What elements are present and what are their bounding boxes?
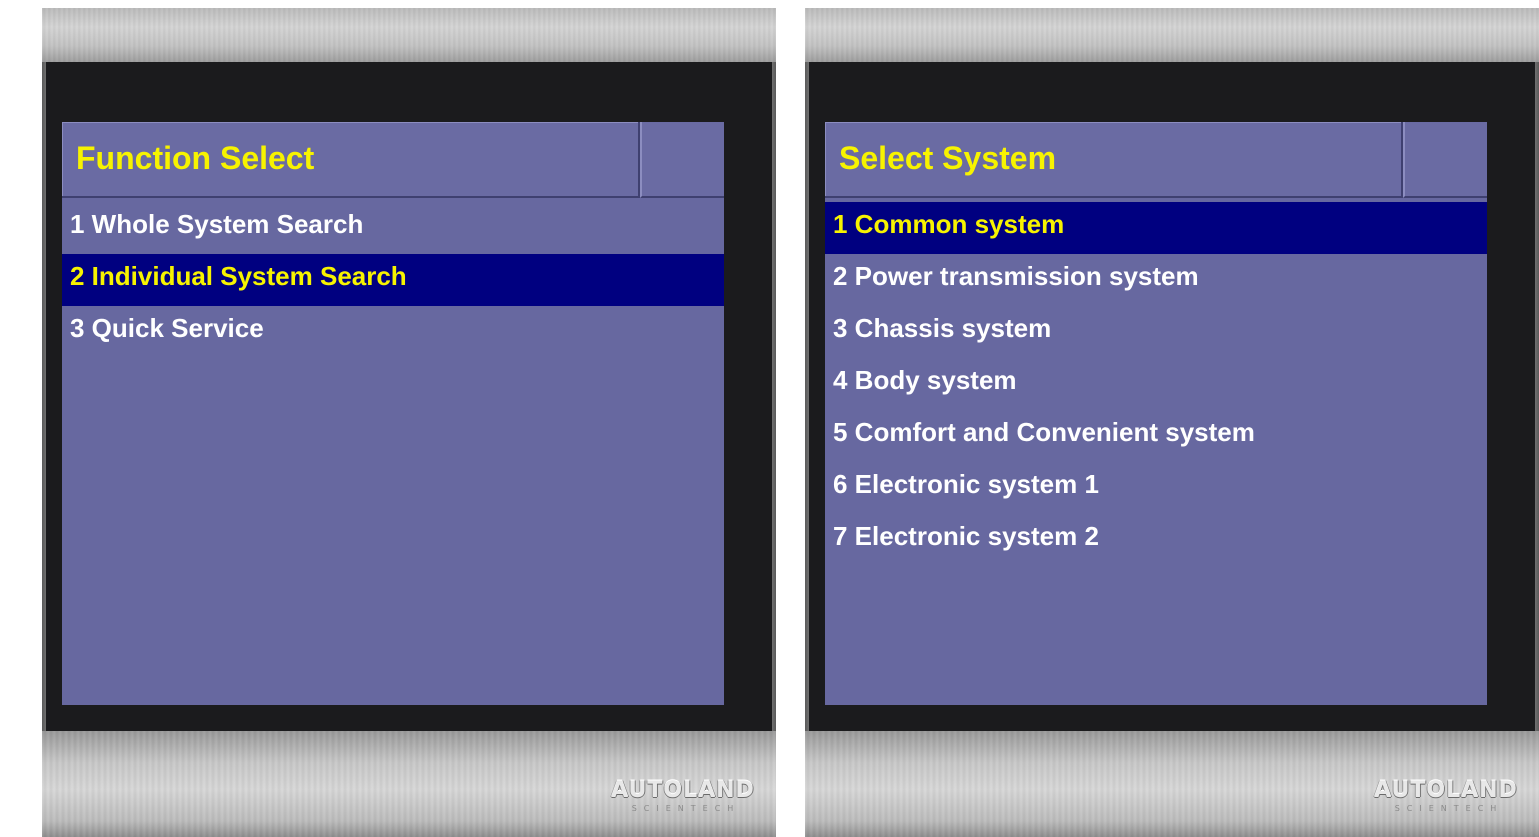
device-top-trim: [805, 8, 1539, 62]
autoland-logo: AUTOLAND SCIENTECH: [1371, 779, 1521, 815]
logo-wordmark: AUTOLAND: [1374, 778, 1518, 803]
scanner-device-right: Select System 1 Common system 2 Power tr…: [805, 8, 1539, 837]
function-menu: 1 Whole System Search 2 Individual Syste…: [62, 202, 724, 358]
menu-item-whole-system-search[interactable]: 1 Whole System Search: [62, 202, 724, 254]
title-corner-box: [640, 122, 724, 198]
function-select-screen: Function Select 1 Whole System Search 2 …: [62, 122, 724, 705]
device-top-trim: [42, 8, 776, 62]
logo-wordmark: AUTOLAND: [611, 778, 755, 803]
scanner-device-left: Function Select 1 Whole System Search 2 …: [42, 8, 776, 837]
menu-item-electronic-system-2[interactable]: 7 Electronic system 2: [825, 514, 1487, 566]
menu-item-body-system[interactable]: 4 Body system: [825, 358, 1487, 410]
system-menu: 1 Common system 2 Power transmission sys…: [825, 202, 1487, 566]
device-bottom-trim: AUTOLAND SCIENTECH: [42, 731, 776, 837]
menu-item-chassis-system[interactable]: 3 Chassis system: [825, 306, 1487, 358]
menu-item-power-transmission-system[interactable]: 2 Power transmission system: [825, 254, 1487, 306]
page-title: Function Select: [76, 140, 315, 176]
logo-subtitle: SCIENTECH: [631, 804, 741, 813]
title-corner-box: [1403, 122, 1487, 198]
menu-item-electronic-system-1[interactable]: 6 Electronic system 1: [825, 462, 1487, 514]
menu-item-common-system[interactable]: 1 Common system: [825, 202, 1487, 254]
logo-subtitle: SCIENTECH: [1394, 804, 1504, 813]
screen-title-bar: Function Select: [62, 122, 640, 198]
menu-item-comfort-convenient-system[interactable]: 5 Comfort and Convenient system: [825, 410, 1487, 462]
screen-title-bar: Select System: [825, 122, 1403, 198]
autoland-logo: AUTOLAND SCIENTECH: [608, 779, 758, 815]
menu-item-individual-system-search[interactable]: 2 Individual System Search: [62, 254, 724, 306]
page-title: Select System: [839, 140, 1057, 176]
select-system-screen: Select System 1 Common system 2 Power tr…: [825, 122, 1487, 705]
menu-item-quick-service[interactable]: 3 Quick Service: [62, 306, 724, 358]
device-bottom-trim: AUTOLAND SCIENTECH: [805, 731, 1539, 837]
